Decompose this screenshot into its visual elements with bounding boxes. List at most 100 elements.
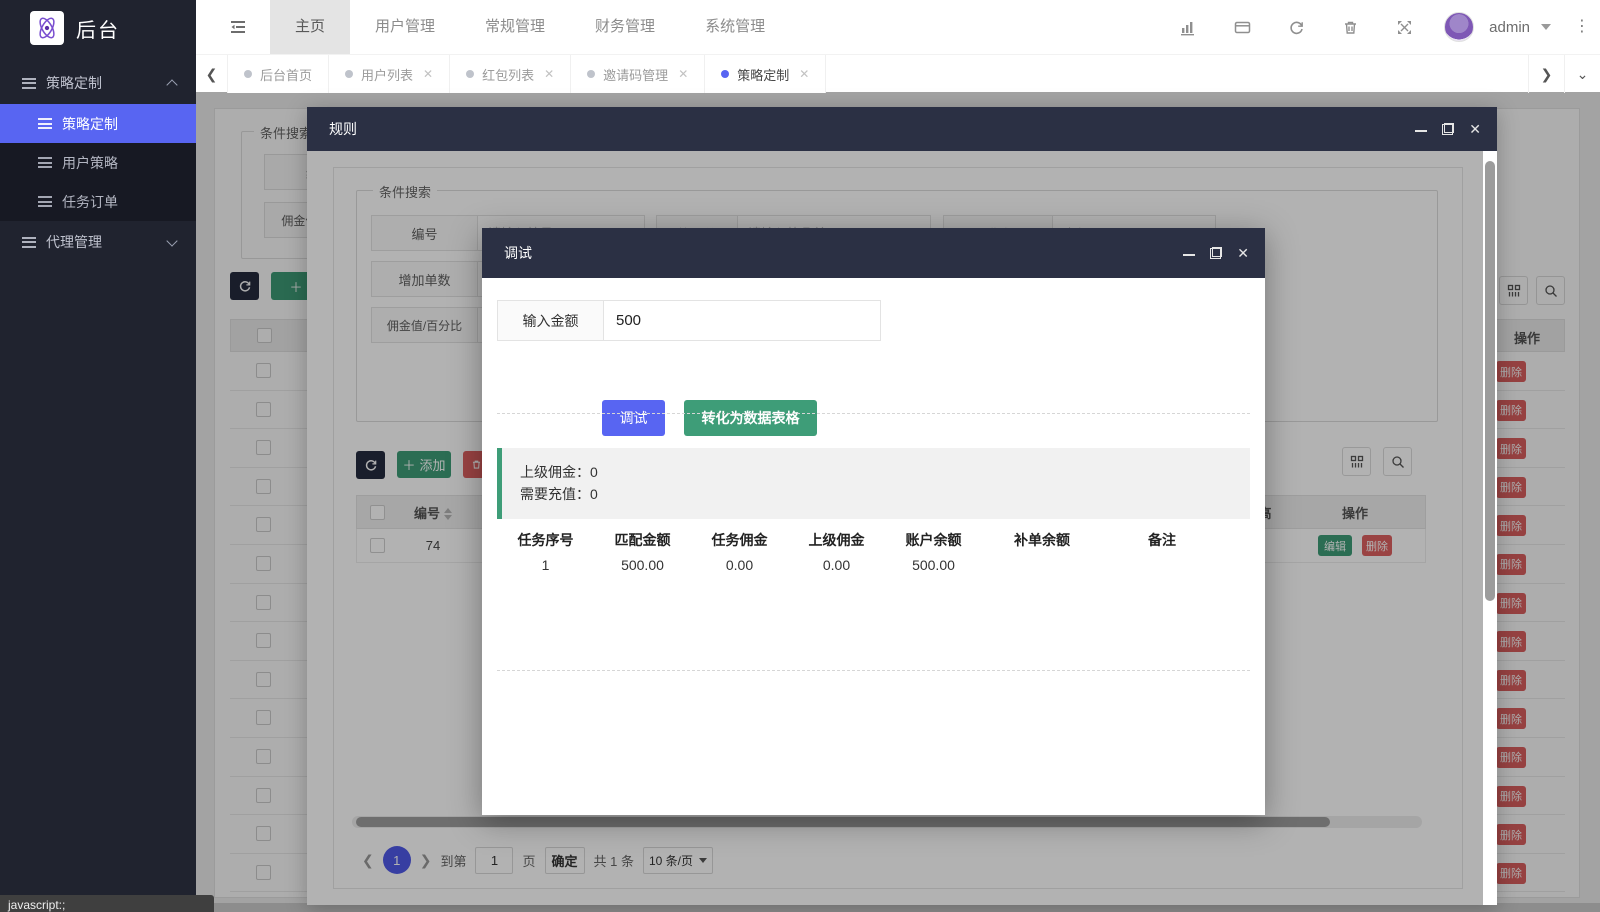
sidebar: 后台 策略定制策略定制用户策略任务订单代理管理 xyxy=(0,0,196,912)
topnav: 主页用户管理常规管理财务管理系统管理 xyxy=(270,0,790,54)
result-table-header: 任务序号匹配金额任务佣金上级佣金账户余额补单余额备注 xyxy=(497,530,1250,550)
nav-item-系统管理[interactable]: 系统管理 xyxy=(680,0,790,54)
list-icon xyxy=(38,157,52,168)
close-icon[interactable]: ✕ xyxy=(1469,123,1481,135)
nav-item-常规管理[interactable]: 常规管理 xyxy=(460,0,570,54)
minimize-icon[interactable] xyxy=(1415,123,1427,135)
nav-item-用户管理[interactable]: 用户管理 xyxy=(350,0,460,54)
nav-item-财务管理[interactable]: 财务管理 xyxy=(570,0,680,54)
summary-line: 上级佣金：0 xyxy=(520,461,1250,483)
sidebar-menu: 策略定制策略定制用户策略任务订单代理管理 xyxy=(0,62,196,263)
divider xyxy=(497,670,1250,671)
result-table: 任务序号匹配金额任务佣金上级佣金账户余额补单余额备注 1500.000.000.… xyxy=(497,530,1250,573)
debug-modal: 调试 ✕ 输入金额 调试 转化为数据表格 上级佣金：0 需要充值：0 任务 xyxy=(482,228,1265,815)
sidebar-group-label: 代理管理 xyxy=(46,232,102,252)
tab-后台首页[interactable]: 后台首页 xyxy=(228,55,329,93)
tab-dot xyxy=(244,70,252,78)
avatar[interactable] xyxy=(1444,12,1474,42)
rule-modal-title: 规则 xyxy=(329,119,357,139)
app-title: 后台 xyxy=(76,14,120,43)
tab-next-icon[interactable]: ❯ xyxy=(1528,55,1564,93)
chart-icon[interactable] xyxy=(1180,19,1197,36)
chevron-up-icon xyxy=(166,79,177,90)
divider xyxy=(497,413,1250,414)
close-tab-icon[interactable]: ✕ xyxy=(544,67,554,81)
result-col-header: 备注 xyxy=(1102,530,1222,550)
sidebar-group-label: 策略定制 xyxy=(46,73,102,93)
maximize-icon[interactable] xyxy=(1442,123,1454,135)
result-cell xyxy=(982,557,1102,573)
sidebar-item-label: 策略定制 xyxy=(62,114,118,134)
result-cell: 1 xyxy=(497,557,594,573)
fullscreen-icon[interactable] xyxy=(1396,19,1413,36)
chevron-down-icon xyxy=(166,235,177,246)
rule-modal-titlebar: 规则 ✕ xyxy=(307,107,1497,151)
debug-modal-body: 输入金额 调试 转化为数据表格 上级佣金：0 需要充值：0 任务序号匹配金额任务… xyxy=(482,278,1265,815)
debug-buttons: 调试 转化为数据表格 xyxy=(602,400,817,436)
result-col-header: 任务序号 xyxy=(497,530,594,550)
maximize-icon[interactable] xyxy=(1210,247,1222,259)
list-icon xyxy=(38,118,52,129)
topbar: 主页用户管理常规管理财务管理系统管理 admin ⋮ xyxy=(196,0,1600,54)
tab-prev-icon[interactable]: ❮ xyxy=(196,55,228,93)
close-icon[interactable]: ✕ xyxy=(1237,247,1249,259)
tab-label: 红包列表 xyxy=(482,65,534,84)
summary-line: 需要充值：0 xyxy=(520,483,1250,505)
sidebar-group-代理管理[interactable]: 代理管理 xyxy=(0,221,196,263)
link-status-tooltip: javascript:; xyxy=(0,895,214,912)
result-col-header: 账户余额 xyxy=(885,530,982,550)
tab-strip: 后台首页用户列表✕红包列表✕邀请码管理✕策略定制✕ xyxy=(228,55,826,92)
sidebar-item-任务订单[interactable]: 任务订单 xyxy=(0,182,196,221)
close-tab-icon[interactable]: ✕ xyxy=(423,67,433,81)
kebab-icon[interactable]: ⋮ xyxy=(1574,20,1590,34)
tab-策略定制[interactable]: 策略定制 ✕ xyxy=(705,55,826,93)
amount-label: 输入金额 xyxy=(497,300,604,341)
tab-dot xyxy=(466,70,474,78)
result-row: 1500.000.000.00500.00 xyxy=(497,557,1250,573)
logo-icon xyxy=(30,11,64,45)
scrollbar-thumb[interactable] xyxy=(1485,161,1495,601)
result-col-header: 上级佣金 xyxy=(788,530,885,550)
close-tab-icon[interactable]: ✕ xyxy=(799,67,809,81)
convert-to-table-button[interactable]: 转化为数据表格 xyxy=(684,400,817,436)
result-cell: 0.00 xyxy=(788,557,885,573)
app-root: 后台 策略定制策略定制用户策略任务订单代理管理 主页用户管理常规管理财务管理系统… xyxy=(0,0,1600,912)
tab-dot xyxy=(345,70,353,78)
refresh-icon[interactable] xyxy=(1288,19,1305,36)
tab-邀请码管理[interactable]: 邀请码管理✕ xyxy=(571,55,705,93)
result-cell: 500.00 xyxy=(594,557,691,573)
tab-用户列表[interactable]: 用户列表 ✕ xyxy=(329,55,450,93)
close-tab-icon[interactable]: ✕ xyxy=(678,67,688,81)
sidebar-group-策略定制[interactable]: 策略定制 xyxy=(0,62,196,104)
tab-红包列表[interactable]: 红包列表 ✕ xyxy=(450,55,571,93)
sidebar-item-label: 任务订单 xyxy=(62,192,118,212)
card-icon[interactable] xyxy=(1234,19,1251,36)
tab-dropdown-icon[interactable]: ⌄ xyxy=(1564,55,1600,93)
result-col-header: 补单余额 xyxy=(982,530,1102,550)
vertical-scrollbar[interactable] xyxy=(1483,151,1497,905)
rule-window-controls: ✕ xyxy=(1415,107,1481,151)
collapse-sidebar-icon[interactable] xyxy=(228,17,248,37)
result-cell: 500.00 xyxy=(885,557,982,573)
minimize-icon[interactable] xyxy=(1183,247,1195,259)
amount-group: 输入金额 xyxy=(497,300,881,341)
debug-run-button[interactable]: 调试 xyxy=(602,400,665,436)
logo: 后台 xyxy=(0,0,196,56)
caret-down-icon[interactable] xyxy=(1541,24,1551,30)
tab-dot xyxy=(587,70,595,78)
debug-modal-title: 调试 xyxy=(504,243,532,263)
sidebar-item-策略定制[interactable]: 策略定制 xyxy=(0,104,196,143)
amount-field[interactable] xyxy=(604,300,881,341)
result-cell: 0.00 xyxy=(691,557,788,573)
tab-label: 用户列表 xyxy=(361,65,413,84)
nav-item-主页[interactable]: 主页 xyxy=(270,0,350,54)
tabbar: ❮ 后台首页用户列表✕红包列表✕邀请码管理✕策略定制✕ ❯ ⌄ xyxy=(196,54,1600,92)
result-col-header: 任务佣金 xyxy=(691,530,788,550)
username[interactable]: admin xyxy=(1489,19,1530,36)
sidebar-item-用户策略[interactable]: 用户策略 xyxy=(0,143,196,182)
trash-icon[interactable] xyxy=(1342,19,1359,36)
debug-modal-titlebar: 调试 ✕ xyxy=(482,228,1265,278)
sidebar-item-label: 用户策略 xyxy=(62,153,118,173)
result-table-rows: 1500.000.000.00500.00 xyxy=(497,557,1250,573)
tab-label: 策略定制 xyxy=(737,65,789,84)
